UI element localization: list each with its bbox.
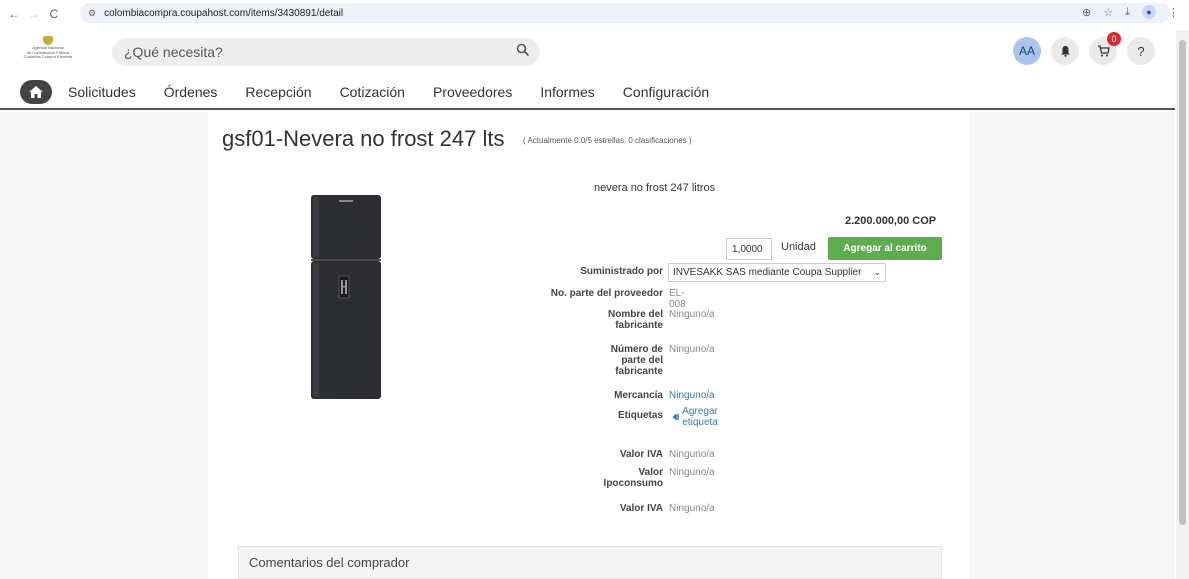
cart-count-badge: 0 <box>1107 32 1121 46</box>
browser-menu-icon[interactable]: ⋮ <box>1168 6 1179 19</box>
help-button[interactable]: ? <box>1127 37 1155 65</box>
product-image[interactable] <box>309 192 383 402</box>
item-price: 2.200.000,00 COP <box>845 215 937 227</box>
iva-value: Ninguno/a <box>669 449 715 460</box>
bookmark-star-icon[interactable]: ☆ <box>1103 6 1113 19</box>
header-actions: AA 0 ? <box>1013 32 1155 65</box>
address-bar[interactable]: ⚙ colombiacompra.coupahost.com/items/343… <box>80 3 1170 23</box>
iva-label: Valor IVA <box>619 449 663 460</box>
notifications-bell-icon[interactable] <box>1051 37 1079 65</box>
supplied-by-label: Suministrado por <box>580 266 663 277</box>
menu-items: Solicitudes Órdenes Recepción Cotización… <box>68 84 737 100</box>
menu-item-informes[interactable]: Informes <box>540 84 594 100</box>
menu-item-cotizacion[interactable]: Cotización <box>340 84 405 100</box>
menu-item-recepcion[interactable]: Recepción <box>245 84 311 100</box>
item-description: nevera no frost 247 litros <box>594 182 716 194</box>
download-icon[interactable]: ⤓ <box>1125 6 1130 19</box>
commodity-value[interactable]: Ninguno/a <box>669 390 715 401</box>
chevron-down-icon: ⌄ <box>873 267 881 277</box>
quantity-input[interactable] <box>726 238 772 260</box>
menu-item-configuracion[interactable]: Configuración <box>623 84 709 100</box>
reload-icon[interactable]: C <box>44 7 64 21</box>
url-text: colombiacompra.coupahost.com/items/34308… <box>104 7 344 19</box>
browser-actions: ⊕ ☆ ⤓ ● ⋮ <box>1082 5 1179 19</box>
supplier-select-value: INVESAKK SAS mediante Coupa Supplier <box>673 267 862 278</box>
zoom-icon[interactable]: ⊕ <box>1082 6 1091 19</box>
svg-text:+: + <box>676 416 679 420</box>
search-placeholder: ¿Qué necesita? <box>124 44 223 60</box>
cart-button[interactable]: 0 <box>1089 32 1121 65</box>
menu-item-ordenes[interactable]: Órdenes <box>164 84 218 100</box>
main-menu: Solicitudes Órdenes Recepción Cotización… <box>0 76 1175 110</box>
page-scrollbar[interactable] <box>1176 30 1189 579</box>
supplier-part-label: No. parte del proveedor <box>550 288 663 299</box>
back-icon[interactable]: ← <box>4 7 24 21</box>
supplier-select[interactable]: INVESAKK SAS mediante Coupa Supplier ⌄ <box>668 263 886 282</box>
unit-label: Unidad <box>781 241 816 253</box>
buyer-comments-title: Comentarios del comprador <box>249 555 410 570</box>
add-to-cart-button[interactable]: Agregar al carrito <box>828 237 942 260</box>
supplier-part-value: EL-008 <box>669 288 686 310</box>
home-icon <box>29 86 43 98</box>
ipoconsumo-value: Ninguno/a <box>669 467 715 478</box>
add-tag-text: Agregar etiqueta <box>682 406 718 428</box>
tag-icon: + <box>672 414 679 420</box>
manufacturer-part-value: Ninguno/a <box>669 344 715 355</box>
manufacturer-value: Ninguno/a <box>669 309 715 320</box>
iva-value-2: Ninguno/a <box>669 503 715 514</box>
logo-line: Colombia Compra Eficiente <box>23 54 73 59</box>
buyer-comments-section: Comentarios del comprador <box>238 546 942 579</box>
forward-icon[interactable]: → <box>24 7 44 21</box>
commodity-label: Mercancía <box>614 390 663 401</box>
agency-logo[interactable]: Agencia Nacional de Contratación Pública… <box>6 36 90 68</box>
ipoconsumo-label: Valor Ipoconsumo <box>603 467 663 489</box>
search-icon[interactable] <box>516 43 530 57</box>
scrollbar-thumb[interactable] <box>1179 40 1186 525</box>
cart-icon <box>1097 45 1110 57</box>
app-header: Agencia Nacional de Contratación Pública… <box>0 30 1175 74</box>
page-title: gsf01-Nevera no frost 247 lts <box>222 126 505 151</box>
menu-item-proveedores[interactable]: Proveedores <box>433 84 512 100</box>
add-tag-link[interactable]: + Agregar etiqueta <box>672 406 724 428</box>
browser-toolbar: ← → C ⚙ colombiacompra.coupahost.com/ite… <box>0 0 1189 27</box>
user-avatar[interactable]: AA <box>1013 37 1041 65</box>
tags-label: Etiquetas <box>617 410 663 421</box>
iva-label-2: Valor IVA <box>619 503 663 514</box>
search-input[interactable]: ¿Qué necesita? <box>112 38 540 66</box>
home-button[interactable] <box>20 80 52 104</box>
manufacturer-label: Nombre del fabricante <box>607 309 663 331</box>
menu-item-solicitudes[interactable]: Solicitudes <box>68 84 136 100</box>
crest-icon <box>43 36 53 45</box>
manufacturer-part-label: Número de parte del fabricante <box>610 344 663 377</box>
site-info-icon[interactable]: ⚙ <box>88 8 96 19</box>
profile-icon[interactable]: ● <box>1142 5 1156 19</box>
rating-summary: ( Actualmente 0.0/5 estrellas. 0 clasifi… <box>523 136 692 145</box>
